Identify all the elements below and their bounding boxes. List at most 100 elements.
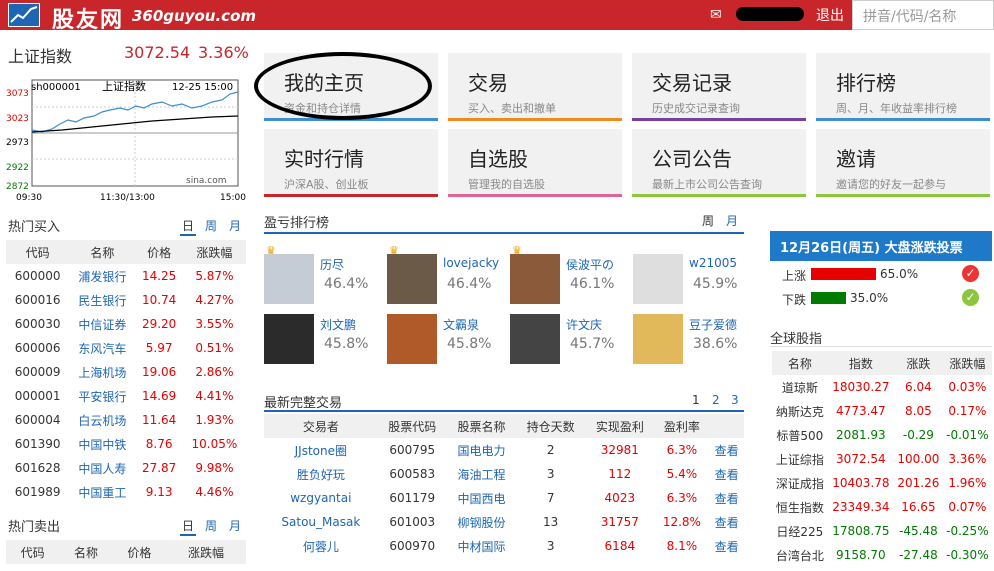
- stock-name[interactable]: 浦发银行: [69, 264, 135, 288]
- ranked-user-name[interactable]: 侯波平の: [566, 256, 614, 273]
- hot-buy-tab-month[interactable]: 月: [229, 217, 241, 234]
- index-change: 6.04: [905, 380, 932, 394]
- hot-sell-tab-week[interactable]: 周: [205, 517, 217, 534]
- trades-page-1[interactable]: 1: [692, 393, 700, 407]
- table-row[interactable]: 600004 白云机场 11.64 1.93%: [6, 408, 246, 432]
- trader[interactable]: wzgyantai: [264, 486, 378, 510]
- nav-tile-6[interactable]: 自选股 管理我的自选股: [448, 129, 622, 197]
- stock-change: 3.55%: [195, 317, 234, 331]
- view-link[interactable]: 查看: [709, 510, 744, 534]
- stock-name[interactable]: 东风汽车: [69, 336, 135, 360]
- chart-logo-icon[interactable]: [8, 3, 40, 27]
- ranking-tab-month[interactable]: 月: [726, 212, 738, 229]
- nav-tile-8[interactable]: 邀请 邀请您的好友一起参与: [816, 129, 990, 197]
- table-row[interactable]: 601989 中国重工 9.13 4.46%: [6, 480, 246, 504]
- stock-name[interactable]: 民生银行: [69, 288, 135, 312]
- table-row[interactable]: 600009 上海机场 19.06 2.86%: [6, 360, 246, 384]
- table-row[interactable]: 600006 东风汽车 5.97 0.51%: [6, 336, 246, 360]
- ranked-user-name[interactable]: lovejacky: [443, 256, 499, 270]
- table-row: 何蓉儿 600970 中材国际 3 6184 8.1% 查看: [264, 534, 744, 558]
- user-avatar[interactable]: [264, 254, 314, 304]
- user-avatar[interactable]: [387, 314, 437, 364]
- trader[interactable]: Satou_Masak: [264, 510, 378, 534]
- vote-up-check-icon[interactable]: ✓: [962, 265, 979, 282]
- hot-buy-tab-day[interactable]: 日: [182, 217, 194, 234]
- nav-tile-5[interactable]: 实时行情 沪深A股、创业板: [264, 129, 438, 197]
- stock-name[interactable]: 柳钢股份: [447, 510, 516, 534]
- stock-name[interactable]: 中国人寿: [69, 456, 135, 480]
- index-intraday-chart[interactable]: sh000001 上证指数 12-25 15:00 sina.com 3073 …: [2, 72, 252, 204]
- username-redacted[interactable]: [736, 7, 804, 21]
- stock-change: 10.05%: [191, 437, 238, 451]
- user-avatar[interactable]: [264, 314, 314, 364]
- site-logo[interactable]: 股友网: [52, 2, 124, 34]
- logout-link[interactable]: 退出: [816, 5, 844, 25]
- view-link[interactable]: 查看: [709, 438, 744, 462]
- hot-buy-tab-week[interactable]: 周: [205, 217, 217, 234]
- view-link[interactable]: 查看: [709, 486, 744, 510]
- trader[interactable]: JJstone圈: [264, 438, 378, 462]
- stock-name[interactable]: 中信证券: [69, 312, 135, 336]
- index-pct: 0.03%: [948, 380, 987, 394]
- ranked-user-name[interactable]: w21005: [689, 256, 737, 270]
- col-index-value: 指数: [827, 351, 895, 375]
- stock-name[interactable]: 白云机场: [69, 408, 135, 432]
- stock-name[interactable]: 上海机场: [69, 360, 135, 384]
- ranked-user-name[interactable]: 文霸泉: [443, 316, 479, 333]
- hot-sell-tab-month[interactable]: 月: [229, 517, 241, 534]
- nav-tile-4[interactable]: 排行榜 周、月、年收益率排行榜: [816, 53, 990, 121]
- user-avatar[interactable]: [633, 254, 683, 304]
- ranked-user-name[interactable]: 豆子爱德: [689, 316, 737, 333]
- table-row[interactable]: 600016 民生银行 10.74 4.27%: [6, 288, 246, 312]
- index-value: 23349.34: [832, 500, 890, 514]
- ranking-tab-week[interactable]: 周: [702, 212, 714, 229]
- nav-tile-7[interactable]: 公司公告 最新上市公司公告查询: [632, 129, 806, 197]
- ranked-user-name[interactable]: 刘文鹏: [320, 316, 356, 333]
- stock-name[interactable]: 海油工程: [447, 462, 516, 486]
- hot-sell-tab-day[interactable]: 日: [182, 517, 194, 534]
- stock-name[interactable]: 国电电力: [447, 438, 516, 462]
- stock-name[interactable]: 中国中铁: [69, 432, 135, 456]
- stock-price: 11.64: [141, 413, 177, 427]
- stock-search-input[interactable]: 拼音/代码/名称: [852, 0, 994, 30]
- trades-page-3[interactable]: 3: [731, 393, 739, 407]
- ranked-user-name[interactable]: 历尽: [320, 256, 344, 273]
- table-row[interactable]: 600030 中信证券 29.20 3.55%: [6, 312, 246, 336]
- user-avatar[interactable]: [633, 314, 683, 364]
- trades-page-2[interactable]: 2: [712, 393, 720, 407]
- mail-icon[interactable]: ✉: [710, 7, 722, 23]
- trader[interactable]: 何蓉儿: [264, 534, 378, 558]
- view-link[interactable]: 查看: [709, 534, 744, 558]
- tile-title: 邀请: [836, 147, 876, 171]
- chart-source: sina.com: [186, 176, 227, 186]
- table-row[interactable]: 601628 中国人寿 27.87 9.98%: [6, 456, 246, 480]
- stock-code: 600030: [14, 317, 61, 331]
- index-name: 台湾台北: [775, 548, 824, 563]
- user-avatar[interactable]: [510, 314, 560, 364]
- nav-tile-2[interactable]: 交易 买入、卖出和撤单: [448, 53, 622, 121]
- user-avatar[interactable]: [510, 254, 560, 304]
- index-change: -27.48: [899, 548, 938, 562]
- hot-sell-title: 热门卖出: [8, 520, 61, 535]
- nav-tile-3[interactable]: 交易记录 历史成交记录查询: [632, 53, 806, 121]
- trader[interactable]: 胜负好玩: [264, 462, 378, 486]
- stock-code: 600970: [389, 539, 436, 553]
- x-tick-1: 09:30: [16, 193, 42, 203]
- table-row[interactable]: 601390 中国中铁 8.76 10.05%: [6, 432, 246, 456]
- table-row: Satou_Masak 601003 柳钢股份 13 31757 12.8% 查看: [264, 510, 744, 534]
- col-name: 名称: [69, 240, 136, 264]
- stock-name[interactable]: 平安银行: [69, 384, 135, 408]
- user-avatar[interactable]: [387, 254, 437, 304]
- chart-code: sh000001: [31, 82, 81, 93]
- stock-name[interactable]: 中国西电: [447, 486, 516, 510]
- stock-name[interactable]: 中材国际: [447, 534, 516, 558]
- index-pct: 3.36%: [948, 452, 987, 466]
- ranked-user-name[interactable]: 许文庆: [566, 316, 602, 333]
- stock-name[interactable]: 中国重工: [69, 480, 135, 504]
- table-row[interactable]: 000001 平安银行 14.69 4.41%: [6, 384, 246, 408]
- y-tick-4: 2922: [6, 163, 29, 173]
- view-link[interactable]: 查看: [709, 462, 744, 486]
- table-row[interactable]: 600000 浦发银行 14.25 5.87%: [6, 264, 246, 288]
- vote-down-check-icon[interactable]: ✓: [962, 289, 979, 306]
- stock-code: 601003: [389, 515, 436, 529]
